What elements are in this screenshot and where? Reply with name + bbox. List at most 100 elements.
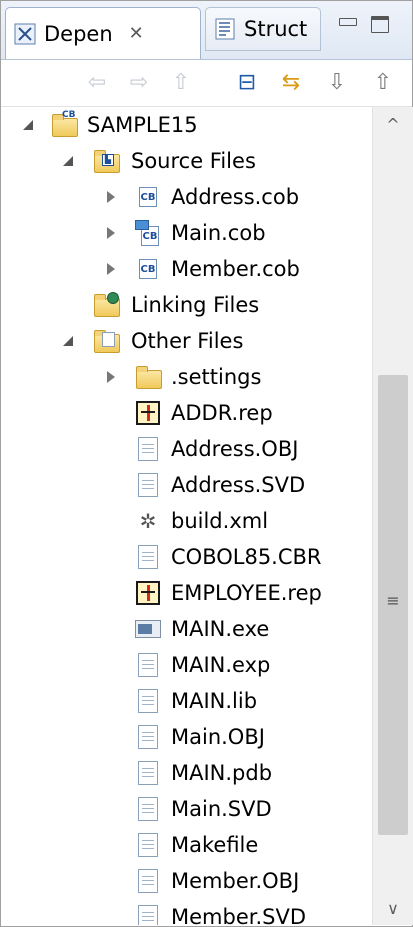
ant-build-file-icon: ✲	[139, 509, 157, 533]
cobol-file-icon: CB	[135, 256, 161, 282]
view-toolbar: ⇦ ⇨ ⇧ ⊟ ⇆ ⇩ ⇧	[1, 60, 412, 107]
back-icon[interactable]: ⇦	[83, 68, 111, 96]
cobol-file-icon: CB	[135, 184, 161, 210]
expanded-arrow-icon[interactable]	[63, 336, 75, 348]
dependency-view: Depen ✕ Struct ⇦ ⇨ ⇧ ⊟ ⇆ ⇩ ⇧ CB SAMPLE15…	[0, 0, 413, 927]
tab-strip: Depen ✕ Struct	[1, 1, 412, 60]
tree-item-file[interactable]: ADDR.rep	[1, 395, 371, 431]
tree-item-file[interactable]: MAIN.pdb	[1, 755, 371, 791]
file-label: build.xml	[171, 509, 269, 533]
tree-item-file[interactable]: Address.SVD	[1, 467, 371, 503]
collapse-all-icon[interactable]: ⊟	[233, 68, 261, 96]
scroll-down-button[interactable]: ∨	[373, 891, 413, 925]
text-file-icon	[135, 796, 161, 822]
text-file-icon	[135, 832, 161, 858]
up-icon[interactable]: ⇧	[167, 68, 195, 96]
tree-item-file[interactable]: Main.SVD	[1, 791, 371, 827]
other-files-label: Other Files	[131, 329, 244, 353]
file-label: Member.OBJ	[171, 869, 300, 893]
tree-item-file[interactable]: Member.SVD	[1, 899, 371, 925]
filter-up-icon[interactable]: ⇧	[369, 68, 397, 96]
text-file-icon	[135, 724, 161, 750]
grip-icon: ≡	[386, 591, 400, 610]
text-file-icon	[135, 652, 161, 678]
text-file-icon	[135, 544, 161, 570]
tree-item-source-files[interactable]: ▙ Source Files	[1, 143, 371, 179]
file-label: Member.cob	[171, 257, 300, 281]
tree-item-file[interactable]: MAIN.lib	[1, 683, 371, 719]
file-label: MAIN.exe	[171, 617, 270, 641]
file-label: Main.cob	[171, 221, 266, 245]
tab-dependency-label: Depen	[44, 21, 113, 46]
tree-item-file[interactable]: Main.OBJ	[1, 719, 371, 755]
tree-item-other-files[interactable]: Other Files	[1, 323, 371, 359]
text-file-icon	[135, 760, 161, 786]
file-label: MAIN.exp	[171, 653, 271, 677]
text-file-icon	[135, 688, 161, 714]
source-folder-icon: ▙	[93, 148, 120, 174]
collapsed-arrow-icon[interactable]	[105, 371, 117, 383]
tree-item-file[interactable]: MAIN.exp	[1, 647, 371, 683]
text-file-icon	[135, 436, 161, 462]
expanded-arrow-icon[interactable]	[63, 156, 75, 168]
file-label: EMPLOYEE.rep	[171, 581, 322, 605]
file-label: Main.SVD	[171, 797, 272, 821]
file-label: COBOL85.CBR	[171, 545, 322, 569]
forward-icon[interactable]: ⇨	[125, 68, 153, 96]
linking-folder-icon	[93, 292, 120, 318]
source-files-label: Source Files	[131, 149, 256, 173]
tree-item-file[interactable]: Makefile	[1, 827, 371, 863]
tree-item-file[interactable]: ✲ build.xml	[1, 503, 371, 539]
tree-item-project[interactable]: CB SAMPLE15	[1, 107, 371, 143]
file-label: Member.SVD	[171, 905, 306, 925]
cobol-main-file-icon: CB	[135, 220, 161, 246]
tree-item-main-cob[interactable]: CB Main.cob	[1, 215, 371, 251]
file-label: Address.OBJ	[171, 437, 299, 461]
collapsed-arrow-icon[interactable]	[105, 263, 117, 275]
structure-view-icon	[215, 18, 235, 40]
dependency-view-icon	[14, 23, 36, 44]
folder-icon	[135, 364, 162, 390]
tree-item-file[interactable]: MAIN.exe	[1, 611, 371, 647]
project-label: SAMPLE15	[87, 113, 198, 137]
link-with-editor-icon[interactable]: ⇆	[277, 68, 305, 96]
collapsed-arrow-icon[interactable]	[105, 191, 117, 203]
other-folder-icon	[93, 328, 120, 354]
cobol-project-icon: CB	[51, 110, 78, 138]
tab-structure[interactable]: Struct	[205, 7, 321, 51]
linking-files-label: Linking Files	[131, 293, 260, 317]
text-file-icon	[135, 472, 161, 498]
executable-file-icon	[135, 616, 161, 642]
report-file-icon	[135, 580, 161, 606]
tree-item-file[interactable]: COBOL85.CBR	[1, 539, 371, 575]
file-label: MAIN.lib	[171, 689, 258, 713]
file-label: .settings	[171, 365, 262, 389]
tree-item-file[interactable]: EMPLOYEE.rep	[1, 575, 371, 611]
minimize-icon[interactable]	[337, 13, 359, 35]
scroll-up-button[interactable]: ^	[373, 107, 413, 141]
tree-item-linking-files[interactable]: Linking Files	[1, 287, 371, 323]
file-label: Main.OBJ	[171, 725, 265, 749]
filter-down-icon[interactable]: ⇩	[323, 68, 351, 96]
expanded-arrow-icon[interactable]	[23, 120, 35, 132]
tree-item-settings[interactable]: .settings	[1, 359, 371, 395]
tree-item-member-cob[interactable]: CB Member.cob	[1, 251, 371, 287]
tree-item-file[interactable]: Member.OBJ	[1, 863, 371, 899]
tree-item-address-cob[interactable]: CB Address.cob	[1, 179, 371, 215]
text-file-icon	[135, 904, 161, 925]
report-file-icon	[135, 400, 161, 426]
tree-item-file[interactable]: Address.OBJ	[1, 431, 371, 467]
project-tree[interactable]: CB SAMPLE15 ▙ Source Files CB Address.co…	[1, 107, 371, 925]
file-label: Makefile	[171, 833, 259, 857]
text-file-icon	[135, 868, 161, 894]
tab-dependency[interactable]: Depen ✕	[5, 7, 201, 59]
vertical-scrollbar[interactable]: ^ ≡ ∨	[372, 107, 413, 925]
tab-structure-label: Struct	[244, 17, 308, 41]
file-label: Address.cob	[171, 185, 300, 209]
file-label: ADDR.rep	[171, 401, 273, 425]
maximize-icon[interactable]	[369, 13, 391, 35]
file-label: MAIN.pdb	[171, 761, 273, 785]
collapsed-arrow-icon[interactable]	[105, 227, 117, 239]
close-icon[interactable]: ✕	[129, 23, 144, 44]
file-label: Address.SVD	[171, 473, 306, 497]
